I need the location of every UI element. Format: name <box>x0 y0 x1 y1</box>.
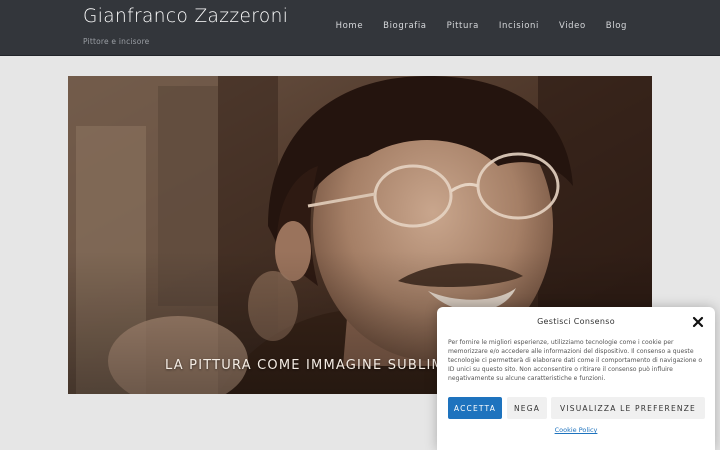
deny-button[interactable]: NEGA <box>507 397 547 419</box>
cookie-consent-dialog: Gestisci Consenso Per fornire le miglior… <box>437 307 715 450</box>
site-header: Gianfranco Zazzeroni Pittore e incisore … <box>0 0 720 56</box>
close-icon[interactable] <box>691 315 705 329</box>
nav-item-video[interactable]: Video <box>559 21 586 31</box>
nav-item-biografia[interactable]: Biografia <box>383 21 426 31</box>
nav-item-pittura[interactable]: Pittura <box>447 21 479 31</box>
nav-item-home[interactable]: Home <box>336 21 364 31</box>
site-title[interactable]: Gianfranco Zazzeroni <box>83 6 288 27</box>
cookie-policy-link[interactable]: Cookie Policy <box>437 426 715 434</box>
site-tagline: Pittore e incisore <box>83 37 150 46</box>
consent-title: Gestisci Consenso <box>537 317 615 326</box>
nav-item-incisioni[interactable]: Incisioni <box>499 21 539 31</box>
consent-body-text: Per fornire le migliori esperienze, util… <box>448 339 703 383</box>
accept-button[interactable]: ACCETTA <box>448 397 502 419</box>
main-nav: Home Biografia Pittura Incisioni Video B… <box>316 21 627 31</box>
view-preferences-button[interactable]: VISUALIZZA LE PREFERENZE <box>551 397 705 419</box>
nav-item-blog[interactable]: Blog <box>606 21 627 31</box>
hero-caption: LA PITTURA COME IMMAGINE SUBLIMATA <box>165 358 472 373</box>
